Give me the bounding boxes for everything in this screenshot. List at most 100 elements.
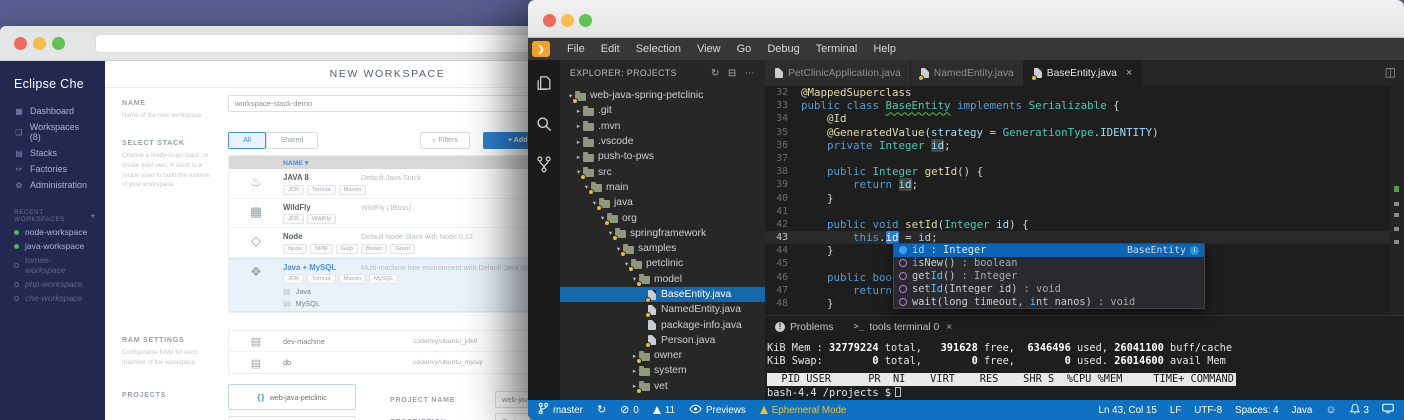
code-line[interactable]: 33 public class BaseEntity implements Ser… (765, 99, 1390, 112)
status-item-utf-8[interactable]: UTF-8 (1194, 405, 1222, 416)
recent-workspace-item[interactable]: che-workspace (0, 291, 105, 305)
refresh-icon[interactable]: ↻ (711, 68, 720, 79)
status-item-ln-43-col-15[interactable]: Ln 43, Col 15 (1099, 405, 1157, 416)
menu-item-terminal[interactable]: Terminal (808, 43, 866, 55)
recent-workspace-item[interactable]: php-workspace (0, 277, 105, 291)
sidebar-item-dashboard[interactable]: ▦ Dashboard (0, 103, 105, 119)
code-line[interactable]: 35 @GeneratedValue(strategy = Generation… (765, 126, 1390, 139)
autocomplete-item[interactable]: wait(long timeout, int nanos) : void (894, 295, 1204, 308)
more-actions-icon[interactable]: ⋯ (745, 68, 755, 79)
tree-item--mvn[interactable]: ▸ .mvn (560, 119, 765, 134)
ide-minimize-button[interactable] (561, 14, 574, 27)
editor-scrollbar[interactable] (1390, 86, 1404, 315)
menu-item-go[interactable]: Go (729, 43, 760, 55)
ide-zoom-button[interactable] (579, 14, 592, 27)
editor-tab-baseentity-java[interactable]: BaseEntity.java × (1023, 60, 1143, 86)
code-line[interactable]: 37 (765, 152, 1390, 165)
warning-badge (645, 296, 651, 303)
line-number: 45 (776, 258, 788, 270)
autocomplete-item[interactable]: isNew() : boolean (894, 257, 1204, 270)
recent-workspace-item[interactable]: tomee-workspace (0, 253, 105, 277)
tree-item-web-java-spring-petclinic[interactable]: ▾ web-java-spring-petclinic (560, 88, 765, 104)
editor-tab-petclinicapplication-java[interactable]: PetClinicApplication.java (765, 60, 911, 86)
code-line[interactable]: 34 @Id (765, 112, 1390, 125)
code-line[interactable]: 39 return id; (765, 178, 1390, 192)
status-item-previews[interactable]: Previews (689, 404, 746, 417)
status-item-lf[interactable]: LF (1170, 405, 1181, 416)
status-item-feedback[interactable]: ☺ (1325, 404, 1336, 416)
status-item-monitor[interactable] (1382, 403, 1394, 417)
browser-zoom-button[interactable] (52, 37, 65, 50)
editor-tab-namedentity-java[interactable]: NamedEntity.java (910, 60, 1024, 86)
stack-filter-tab-all[interactable]: All (228, 132, 266, 149)
status-item-sync[interactable]: ↻ (597, 404, 606, 416)
browser-minimize-button[interactable] (33, 37, 46, 50)
status-item-spaces-4[interactable]: Spaces: 4 (1235, 405, 1279, 416)
tree-item--vscode[interactable]: ▸ .vscode (560, 134, 765, 149)
tree-item-src[interactable]: ▾ src (560, 164, 765, 181)
git-icon[interactable] (534, 154, 554, 174)
autocomplete-item[interactable]: getId() : Integer (894, 270, 1204, 283)
tree-item-owner[interactable]: ▸ owner (560, 348, 765, 364)
tree-item-baseentity-java[interactable]: BaseEntity.java (560, 286, 765, 303)
terminal-close-icon[interactable]: × (946, 322, 952, 333)
problems-tab[interactable]: ! Problems (775, 322, 834, 333)
tree-item-samples[interactable]: ▾ samples (560, 241, 765, 257)
tree-item-namedentity-java[interactable]: NamedEntity.java (560, 302, 765, 318)
filters-button[interactable]: ▿ Filters (420, 132, 470, 149)
menu-item-file[interactable]: File (559, 43, 593, 55)
tree-item-package-info-java[interactable]: package-info.java (560, 317, 765, 332)
recent-workspace-item[interactable]: node-workspace (0, 225, 105, 239)
tree-item-model[interactable]: ▾ model (560, 272, 765, 288)
code-line[interactable]: 42 public void setId(Integer id) { (765, 218, 1390, 231)
status-item-11[interactable]: 11 (652, 405, 675, 416)
code-line[interactable]: 40 } (765, 192, 1390, 205)
status-item-3[interactable]: 3 (1349, 403, 1369, 418)
code-line[interactable]: 36 private Integer id; (765, 138, 1390, 152)
status-text: master (553, 404, 583, 416)
sidebar-item-factories[interactable]: ✑ Factories (0, 161, 105, 177)
menu-item-view[interactable]: View (689, 43, 729, 55)
recent-workspace-item[interactable]: java-workspace (0, 239, 105, 253)
menu-item-help[interactable]: Help (865, 43, 904, 55)
menu-item-debug[interactable]: Debug (759, 43, 807, 55)
project-card-web-java-petclinic[interactable]: { } web-java-petclinic (228, 384, 356, 410)
tree-item-push-to-pws[interactable]: ▸ push-to-pws (560, 149, 765, 164)
autocomplete-item[interactable]: setId(Integer id) : void (894, 282, 1204, 295)
explorer-icon[interactable] (534, 74, 554, 94)
browser-close-button[interactable] (14, 37, 27, 50)
collapse-all-icon[interactable]: ⊟ (728, 68, 737, 79)
tree-item-springframework[interactable]: ▾ springframework (560, 226, 765, 242)
stack-filter-tab-shared[interactable]: Shared (266, 132, 318, 149)
search-icon[interactable] (534, 114, 554, 134)
tree-item--git[interactable]: ▸ .git (560, 103, 765, 118)
ide-close-button[interactable] (543, 14, 556, 27)
add-workspace-button[interactable]: + (90, 211, 96, 221)
sidebar-item-stacks[interactable]: ▤ Stacks (0, 145, 105, 161)
code-line[interactable]: 38 public Integer getId() { (765, 165, 1390, 178)
status-item-java[interactable]: Java (1292, 405, 1313, 416)
terminal-tab[interactable]: >_ tools terminal 0 × (854, 322, 953, 333)
split-editor-icon[interactable]: ◫ (1385, 65, 1396, 79)
tree-item-system[interactable]: ▸ system (560, 363, 765, 378)
terminal-output[interactable]: KiB Mem : 32779224 total, 391628 free, 6… (767, 342, 1404, 400)
close-icon[interactable]: × (1126, 67, 1132, 79)
tree-item-main[interactable]: ▾ main (560, 180, 765, 196)
che-menu-button[interactable]: ❯ (532, 41, 550, 57)
status-item-0[interactable]: ⊘ 0 (620, 404, 639, 416)
autocomplete-item[interactable]: id : Integer BaseEntity i (894, 244, 1204, 257)
project-card-empty[interactable] (228, 416, 356, 420)
menu-item-edit[interactable]: Edit (593, 43, 628, 55)
tree-item-java[interactable]: ▾ java (560, 195, 765, 211)
menu-item-selection[interactable]: Selection (628, 43, 689, 55)
code-line[interactable]: 41 (765, 205, 1390, 218)
tree-item-petclinic[interactable]: ▾ petclinic (560, 256, 765, 272)
tree-item-vet[interactable]: ▸ vet (560, 379, 765, 395)
code-line[interactable]: 32 @MappedSuperclass (765, 86, 1390, 99)
tree-item-org[interactable]: ▾ org (560, 210, 765, 227)
sidebar-item-workspaces[interactable]: ❏ Workspaces (8) (0, 119, 105, 145)
tree-item-person-java[interactable]: Person.java (560, 333, 765, 349)
status-item-master[interactable]: master (538, 402, 583, 418)
sidebar-item-administration[interactable]: ⚙ Administration (0, 177, 105, 193)
status-item-ephemeral-mode[interactable]: Ephemeral Mode (759, 405, 846, 416)
